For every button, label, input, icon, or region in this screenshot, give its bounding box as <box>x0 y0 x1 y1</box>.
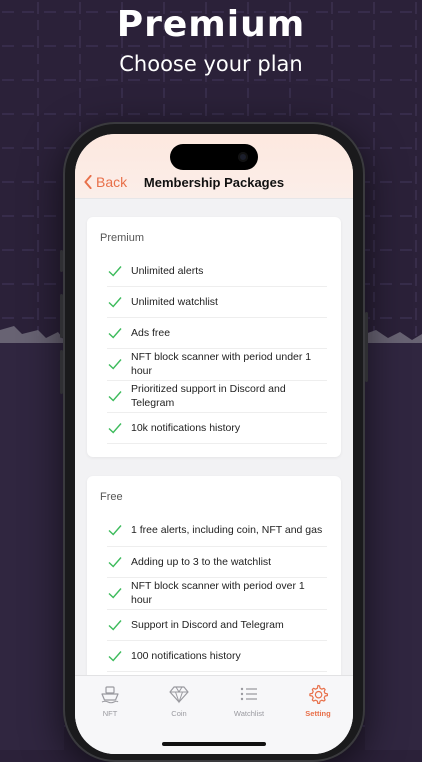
app-screen: Back Membership Packages Premium Unlimit… <box>75 134 353 754</box>
diamond-icon <box>169 686 189 704</box>
feature-text: Prioritized support in Discord and Teleg… <box>131 383 286 409</box>
tab-setting[interactable]: Setting <box>283 684 353 718</box>
tab-watchlist[interactable]: Watchlist <box>214 684 284 718</box>
check-icon <box>108 296 122 308</box>
feature-item: Unlimited alerts <box>107 255 327 287</box>
feature-item: 10k notifications history <box>107 412 327 444</box>
feature-text: 1 free alerts, including coin, NFT and g… <box>131 524 323 536</box>
feature-item: NFT block scanner with period over 1 hou… <box>107 577 327 610</box>
feature-item: Support in Discord and Telegram <box>107 609 327 641</box>
page-title: Membership Packages <box>143 175 285 190</box>
tab-bar: NFT Coin Watchlist Setting <box>75 675 353 754</box>
check-icon <box>108 588 122 599</box>
plan-card-premium[interactable]: Premium Unlimited alerts Unlimited watch… <box>87 217 341 457</box>
hero-subtitle: Choose your plan <box>119 52 303 76</box>
feature-text: 10k notifications history <box>131 421 241 434</box>
feature-text: Support in Discord and Telegram <box>131 618 284 631</box>
ship-icon <box>101 686 119 704</box>
feature-item: 1 free alerts, including coin, NFT and g… <box>107 514 327 547</box>
feature-item: Ads free <box>107 317 327 349</box>
tab-label: Coin <box>171 709 187 718</box>
feature-text: Unlimited watchlist <box>131 295 218 308</box>
check-icon <box>108 556 122 568</box>
check-icon <box>108 619 122 631</box>
tab-label: Watchlist <box>233 709 265 718</box>
plan-name: Premium <box>100 232 145 244</box>
check-icon <box>108 391 122 402</box>
phone-frame: Back Membership Packages Premium Unlimit… <box>60 122 368 762</box>
feature-text: Ads free <box>131 326 171 339</box>
check-icon <box>108 650 122 662</box>
check-icon <box>108 327 122 339</box>
feature-item: 100 notifications history <box>107 640 327 672</box>
gear-icon <box>309 684 328 704</box>
feature-item: Prioritized support in Discord and Teleg… <box>107 380 327 413</box>
home-indicator[interactable] <box>162 742 266 746</box>
phone-volume-down <box>60 350 63 394</box>
dynamic-island <box>170 144 258 170</box>
feature-item: Adding up to 3 to the watchlist <box>107 546 327 578</box>
list-icon <box>240 687 257 701</box>
plan-card-free[interactable]: Free 1 free alerts, including coin, NFT … <box>87 476 341 675</box>
feature-text: NFT block scanner with period over 1 hou… <box>131 580 305 606</box>
tab-label: NFT <box>102 709 118 718</box>
phone-volume-up <box>60 294 63 338</box>
feature-text: Adding up to 3 to the watchlist <box>131 555 272 568</box>
feature-item: Unlimited watchlist <box>107 286 327 318</box>
packages-list[interactable]: Premium Unlimited alerts Unlimited watch… <box>75 199 353 675</box>
check-icon <box>108 422 122 434</box>
plan-name: Free <box>100 491 123 503</box>
tab-label: Setting <box>305 709 331 718</box>
feature-text: NFT block scanner with period under 1 ho… <box>131 351 312 377</box>
check-icon <box>108 359 122 370</box>
check-icon <box>108 265 122 277</box>
feature-item: NFT block scanner with period under 1 ho… <box>107 348 327 381</box>
phone-side-button <box>60 250 63 272</box>
hero-title: Premium <box>116 4 306 45</box>
phone-power-button <box>365 312 368 382</box>
check-icon <box>108 525 122 536</box>
camera-icon <box>238 152 248 162</box>
tab-nft[interactable]: NFT <box>75 684 145 718</box>
feature-text: Unlimited alerts <box>131 264 204 277</box>
feature-text: 100 notifications history <box>131 649 241 662</box>
tab-coin[interactable]: Coin <box>144 684 214 718</box>
